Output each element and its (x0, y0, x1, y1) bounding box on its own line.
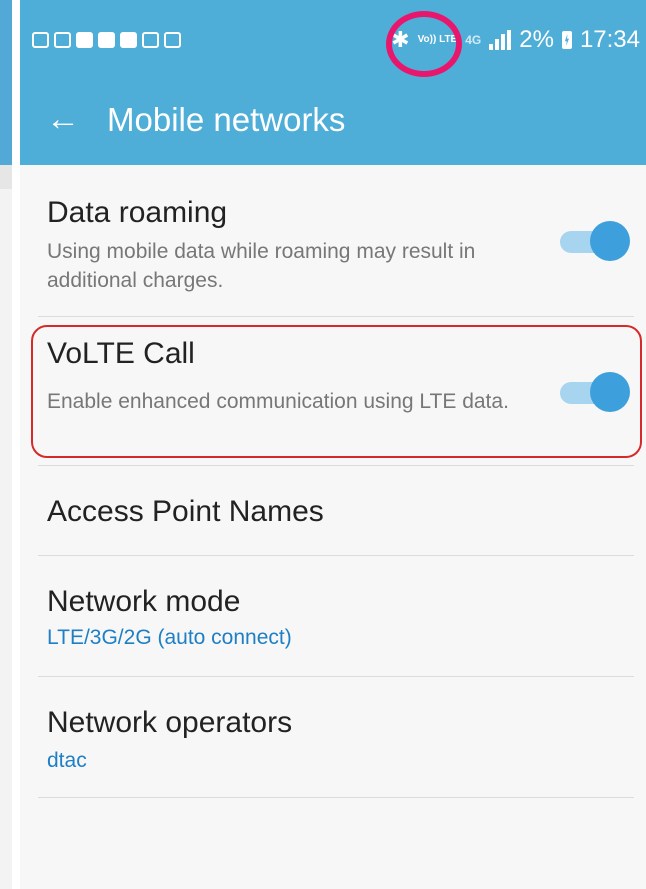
setting-value: dtac (47, 749, 87, 772)
setting-title: Network operators (47, 706, 293, 739)
youtube-icon (98, 32, 115, 48)
notification-icons (32, 32, 181, 48)
data-roaming-toggle[interactable] (560, 221, 630, 261)
setting-network-mode[interactable]: Network mode LTE/3G/2G (auto connect) (20, 556, 646, 676)
setting-title: Data roaming (47, 196, 228, 229)
mail-icon (76, 32, 93, 48)
toggle-thumb (590, 221, 630, 261)
setting-title: Access Point Names (47, 495, 324, 528)
status-bar: ✱ Vo)) LTE 4G 2% 17:34 (20, 0, 646, 88)
image-icon (54, 32, 71, 48)
annotation-circle (386, 11, 462, 77)
signal-icon (489, 30, 512, 50)
battery-percent: 2% (519, 26, 554, 53)
app-bar: ← Mobile networks (20, 88, 646, 165)
setting-data-roaming[interactable]: Data roaming Using mobile data while roa… (20, 165, 646, 317)
arrow-left-icon[interactable]: ← (46, 102, 80, 136)
setting-value: LTE/3G/2G (auto connect) (47, 626, 292, 649)
clock: 17:34 (579, 26, 640, 53)
setting-network-operators[interactable]: Network operators dtac (20, 677, 646, 797)
page-title: Mobile networks (107, 101, 346, 138)
divider (38, 797, 634, 798)
youtube-icon (120, 32, 137, 48)
phone-screen: ✱ Vo)) LTE 4G 2% 17:34 ← Mobile networks… (20, 0, 646, 889)
setting-access-point-names[interactable]: Access Point Names (20, 466, 646, 556)
annotation-box (31, 325, 642, 458)
briefcase-icon (164, 32, 181, 48)
download-icon (32, 32, 49, 48)
network-type: 4G (465, 33, 482, 47)
panel-gap (12, 0, 20, 889)
voicemail-icon (142, 32, 159, 48)
battery-charging-icon (561, 31, 572, 49)
setting-summary: Using mobile data while roaming may resu… (47, 240, 476, 292)
background-panel (0, 0, 12, 889)
background-panel-header (0, 0, 12, 165)
setting-title: Network mode (47, 585, 241, 618)
background-panel-band (0, 165, 12, 189)
